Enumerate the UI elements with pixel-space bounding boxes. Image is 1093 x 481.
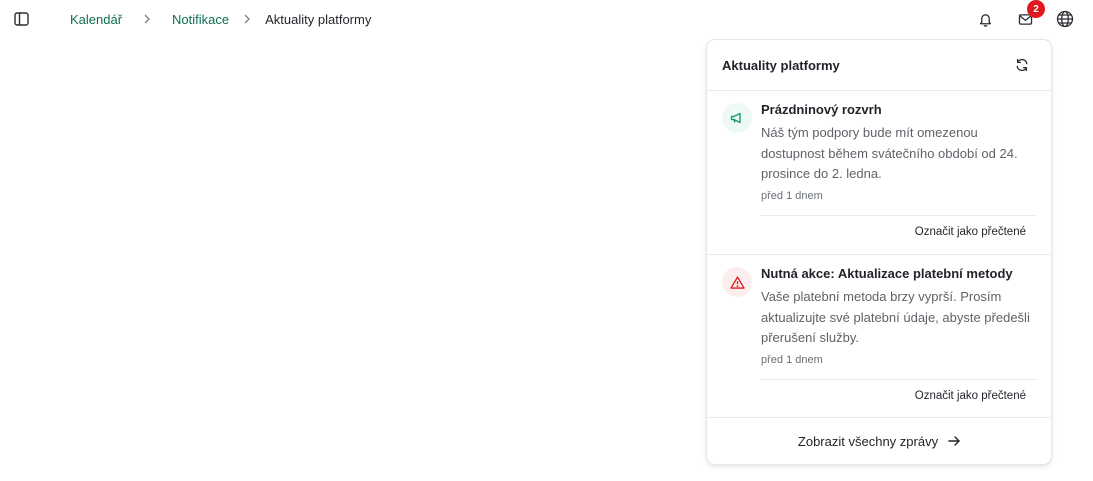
notification-title: Prázdninový rozvrh <box>761 102 882 117</box>
megaphone-icon <box>722 103 752 133</box>
arrow-right-icon <box>948 434 960 449</box>
bell-icon[interactable] <box>975 9 995 29</box>
mark-as-read-button[interactable]: Označit jako přečtené <box>761 380 1036 412</box>
view-all-label: Zobrazit všechny zprávy <box>797 433 939 449</box>
mail-icon[interactable]: 2 <box>1015 0 1045 29</box>
view-all-messages-button[interactable]: Zobrazit všechny zprávy <box>707 418 1051 464</box>
chevron-right-icon <box>122 10 172 28</box>
notification-body: Vaše platební metoda brzy vyprší. Prosím… <box>761 289 1030 345</box>
notification-item: Nutná akce: Aktualizace platební metody … <box>707 255 1051 418</box>
notification-title: Nutná akce: Aktualizace platební metody <box>761 266 1013 281</box>
breadcrumb: Kalendář Notifikace Aktuality platformy <box>70 10 371 28</box>
sidebar-toggle-icon[interactable] <box>12 10 30 28</box>
warning-icon <box>722 267 752 297</box>
mark-as-read-button[interactable]: Označit jako přečtené <box>761 216 1036 248</box>
globe-icon[interactable] <box>1055 9 1075 29</box>
notification-body: Náš tým podpory bude mít omezenou dostup… <box>761 125 1018 181</box>
mail-count-badge: 2 <box>1027 0 1045 18</box>
refresh-icon[interactable] <box>1013 56 1031 74</box>
chevron-right-icon <box>229 10 265 28</box>
notification-time: před 1 dnem <box>761 353 823 366</box>
notifications-panel: Aktuality platformy Prázdninový rozvrh N… <box>706 39 1052 465</box>
panel-header: Aktuality platformy <box>707 40 1051 91</box>
panel-title: Aktuality platformy <box>722 57 840 73</box>
top-bar: Kalendář Notifikace Aktuality platformy … <box>0 0 1093 38</box>
breadcrumb-item-kalendar[interactable]: Kalendář <box>70 12 122 27</box>
notification-item: Prázdninový rozvrh Náš tým podpory bude … <box>707 91 1051 255</box>
breadcrumb-item-notifikace[interactable]: Notifikace <box>172 12 229 27</box>
top-actions: 2 <box>975 0 1075 29</box>
breadcrumb-item-current: Aktuality platformy <box>265 11 372 27</box>
notification-time: před 1 dnem <box>761 189 823 202</box>
